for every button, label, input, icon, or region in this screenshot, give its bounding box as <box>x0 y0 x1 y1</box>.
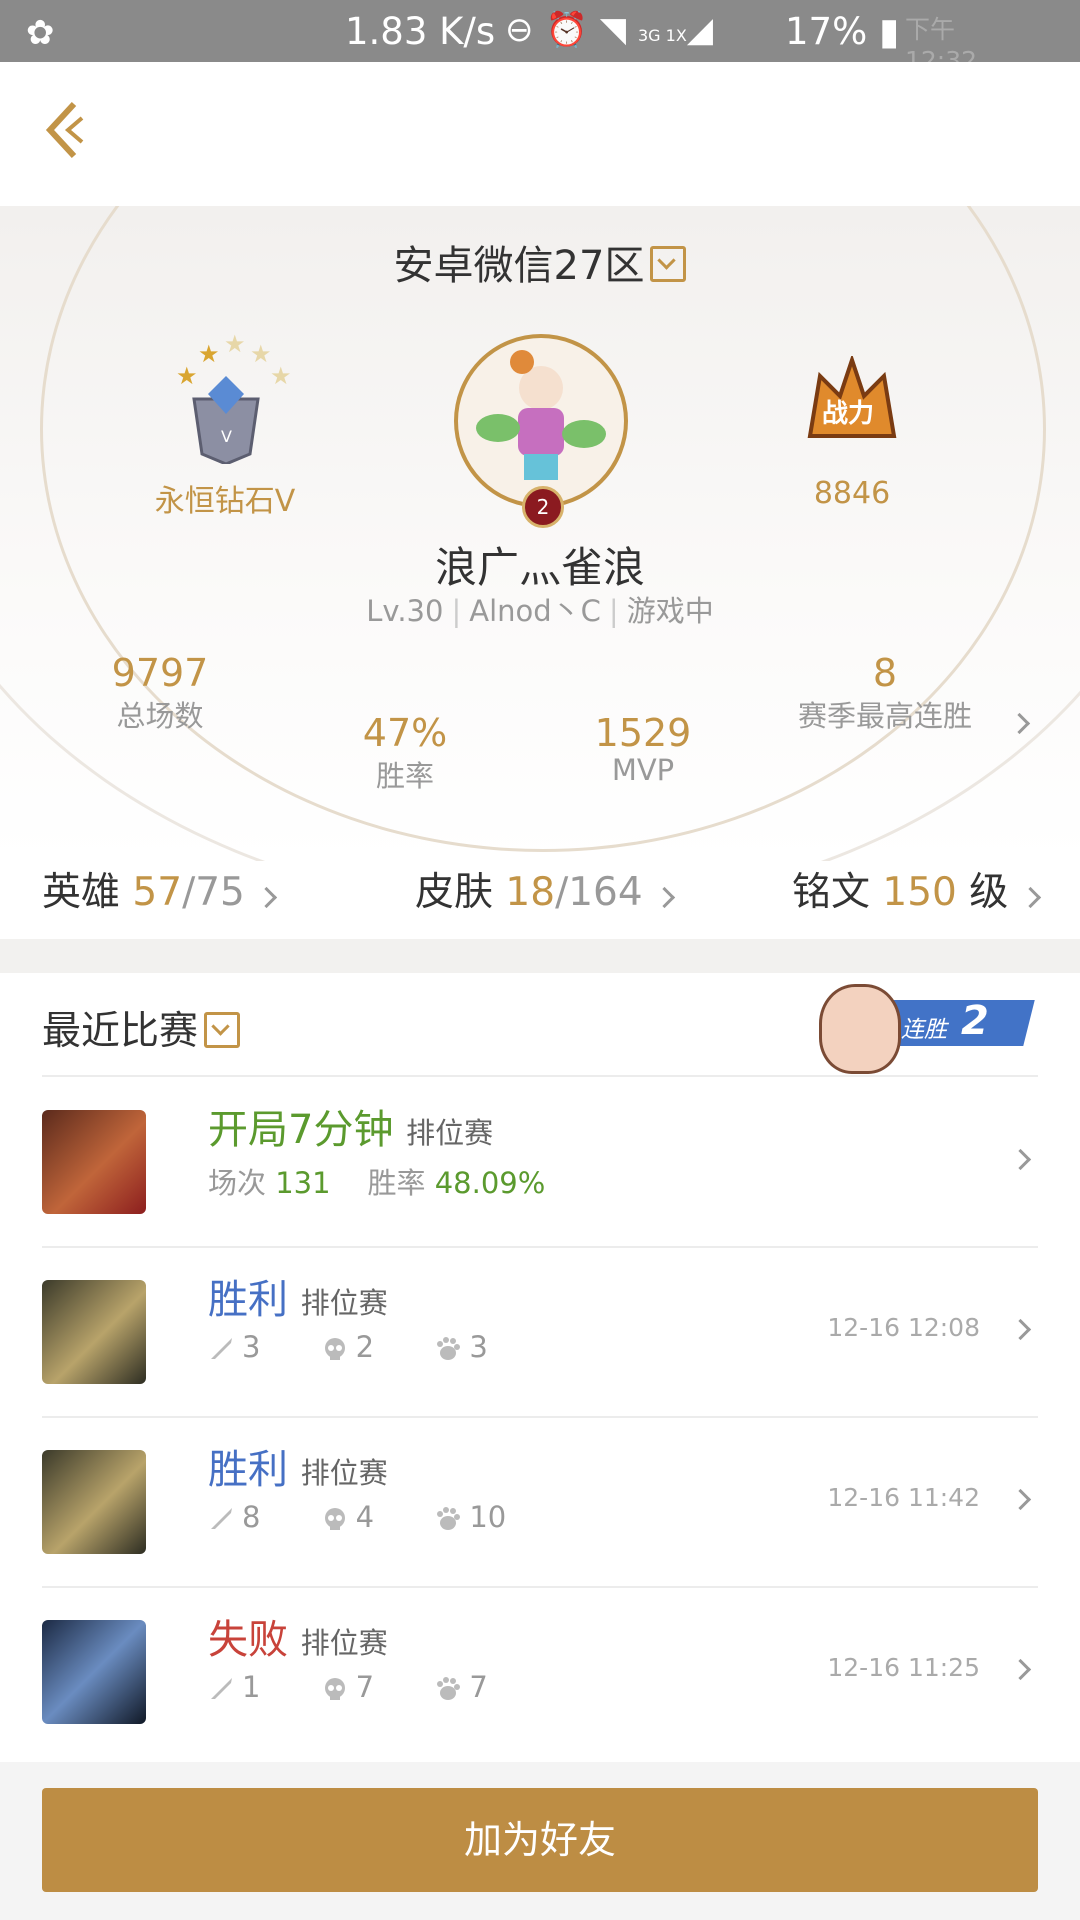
recent-matches-filter[interactable]: 最近比赛 <box>42 1000 241 1056</box>
collection-bar: 英雄 57/75 皮肤 18/164 铭文 150 级 <box>0 861 1080 939</box>
stat-win-rate: 47% 胜率 <box>362 711 448 793</box>
dropdown-icon <box>204 1011 241 1048</box>
match-result: 失败 <box>208 1617 288 1663</box>
match-kda: 3 2 3 <box>208 1330 540 1364</box>
chevron-right-icon <box>1009 1488 1032 1511</box>
wifi-icon: ◥ <box>599 10 638 50</box>
match-result: 胜利 <box>208 1277 288 1323</box>
stat-best-streak[interactable]: 8 赛季最高连胜 <box>770 651 1000 735</box>
sword-icon <box>211 1508 232 1529</box>
svg-text:V: V <box>221 427 232 446</box>
section-gap <box>0 939 1080 973</box>
svg-text:★: ★ <box>176 362 198 390</box>
match-time: 12-16 11:42 <box>827 1483 980 1512</box>
streak-label: 连胜 <box>901 1017 947 1043</box>
player-tag: Alnod丶C <box>469 594 601 628</box>
paw-icon <box>437 1677 461 1700</box>
power-emblem-icon: 战力 <box>807 356 897 438</box>
chevron-right-icon <box>1009 1148 1032 1171</box>
win-streak-badge: 连胜 2 <box>815 980 1037 1074</box>
battery-level: 17% ▮ <box>785 10 900 53</box>
hero-avatar <box>42 1110 146 1214</box>
stat-mvp: 1529 MVP <box>594 711 692 787</box>
match-kda: 8 4 10 <box>208 1500 558 1534</box>
dnd-icon: ⊖ <box>505 10 546 50</box>
sword-icon <box>211 1338 232 1359</box>
chevron-right-icon <box>1009 1318 1032 1341</box>
match-time: 12-16 11:25 <box>827 1653 980 1682</box>
inscriptions-count[interactable]: 铭文 150 级 <box>792 861 1041 917</box>
battery-icon: ▮ <box>879 10 900 53</box>
match-mode: 排位赛 <box>300 1286 388 1320</box>
profile-panel: 安卓微信27区 ★ ★ ★ ★ ★ V 永恒钻石V 2 战力 8846 浪广灬雀… <box>0 206 1080 861</box>
match-time: 12-16 12:08 <box>827 1313 980 1342</box>
power-icon-text: 战力 <box>822 399 874 429</box>
hero-avatar: 质量局 <box>42 1280 146 1384</box>
chevron-right-icon <box>1019 886 1041 909</box>
streak-count: 2 <box>961 998 989 1044</box>
skins-count[interactable]: 皮肤 18/164 <box>415 861 676 917</box>
match-result: 开局7分钟 <box>208 1107 394 1153</box>
match-mode: 排位赛 <box>406 1116 494 1150</box>
svg-text:★: ★ <box>250 340 272 368</box>
paw-icon <box>437 1337 461 1360</box>
hero-avatar <box>42 1620 146 1724</box>
player-level: Lv.30 <box>366 594 444 628</box>
chevron-right-icon <box>1009 1658 1032 1681</box>
maple-icon: ✿ <box>26 13 55 53</box>
skull-icon <box>324 1678 345 1700</box>
chevron-right-icon <box>653 886 676 909</box>
paw-icon <box>437 1507 461 1530</box>
match-row[interactable]: 失败 排位赛 1 7 7 12-16 11:25 <box>0 1587 1080 1757</box>
player-state: 游戏中 <box>626 594 714 628</box>
match-result: 胜利 <box>208 1447 288 1493</box>
stat-total-games: 9797 总场数 <box>111 651 209 733</box>
power-value: 8846 <box>813 476 891 511</box>
status-icons: ⊖⏰◥3G 1X◢ <box>505 10 725 50</box>
streak-avatar-icon <box>819 984 901 1074</box>
alarm-icon: ⏰ <box>545 10 600 50</box>
level-badge: 2 <box>522 486 564 528</box>
nickname: 浪广灬雀浪 <box>434 543 645 592</box>
match-mode: 排位赛 <box>300 1626 388 1660</box>
back-icon[interactable] <box>40 98 88 162</box>
network-speed: 1.83 K/s <box>345 10 496 53</box>
match-kda: 1 7 7 <box>208 1670 540 1704</box>
server-selector[interactable]: 安卓微信27区 <box>0 233 1080 291</box>
avatar[interactable] <box>454 334 628 508</box>
match-row[interactable]: 质量局 胜利 排位赛 8 4 10 12-16 11:42 <box>0 1417 1080 1587</box>
network-type: 3G 1X <box>638 26 687 45</box>
match-summary: 场次 131 胜率 48.09% <box>208 1166 546 1200</box>
match-mode: 排位赛 <box>300 1456 388 1490</box>
svg-text:★: ★ <box>270 362 290 390</box>
match-row[interactable]: 开局7分钟 排位赛 场次 131 胜率 48.09% <box>0 1077 1080 1247</box>
svg-text:★: ★ <box>198 340 220 368</box>
sword-icon <box>211 1678 232 1699</box>
hero-avatar: 质量局 <box>42 1450 146 1554</box>
status-bar: ✿ 1.83 K/s ⊖⏰◥3G 1X◢ 17% ▮ 下午12:32 <box>0 0 1080 75</box>
skull-icon <box>324 1508 345 1530</box>
chevron-right-icon <box>256 886 278 909</box>
add-friend-button[interactable]: 加为好友 <box>42 1788 1038 1892</box>
avatar-image <box>476 350 606 480</box>
rank-emblem-icon: ★ ★ ★ ★ ★ V <box>176 330 290 464</box>
player-subinfo: Lv.30 | Alnod丶C | 游戏中 <box>366 594 714 628</box>
match-row[interactable]: 质量局 胜利 排位赛 3 2 3 12-16 12:08 <box>0 1247 1080 1417</box>
signal-icon: ◢ <box>686 10 725 50</box>
svg-text:★: ★ <box>224 330 246 358</box>
skull-icon <box>324 1338 345 1360</box>
dropdown-icon <box>650 246 687 282</box>
rank-name: 永恒钻石V <box>154 484 296 519</box>
top-bar <box>0 62 1080 206</box>
heroes-count[interactable]: 英雄 57/75 <box>42 861 278 917</box>
